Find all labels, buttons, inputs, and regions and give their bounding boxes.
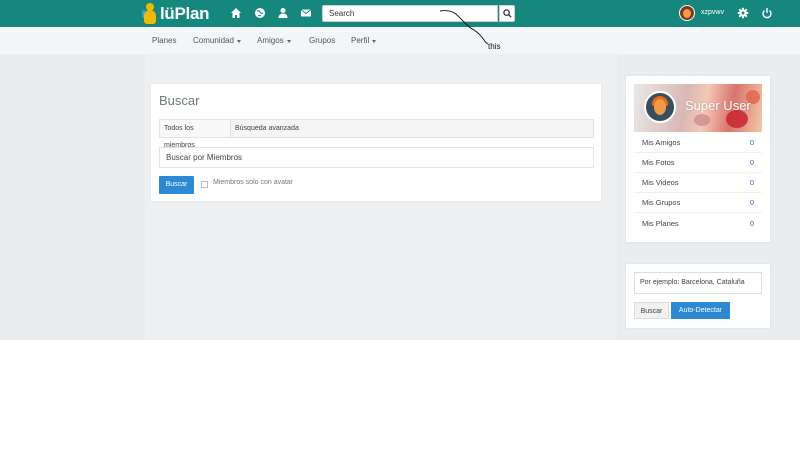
caret-down-icon <box>236 39 241 43</box>
nav-item-comunidad[interactable]: Comunidad <box>193 36 241 45</box>
location-search-button[interactable]: Buscar <box>634 302 669 319</box>
search-tabs: Todos los miembros Búsqueda avanzada <box>159 119 594 149</box>
profile-card: Super User Mis Amigos 0 Mis Fotos 0 Mis Vi… <box>626 76 770 242</box>
nav-item-amigos[interactable]: Amigos <box>257 36 291 45</box>
location-card: Por ejemplo: Barcelona, Cataluña Buscar … <box>626 264 770 328</box>
top-navbar: lüPlan xzpvwv <box>0 0 800 27</box>
nav-item-grupos[interactable]: Grupos <box>309 36 335 45</box>
profile-avatar[interactable] <box>644 91 676 123</box>
gear-icon[interactable] <box>737 7 749 19</box>
globe-icon[interactable] <box>254 7 266 19</box>
logo-text: lüPlan <box>160 3 210 23</box>
tab-advanced-search[interactable]: Búsqueda avanzada <box>231 120 303 137</box>
search-submit-button[interactable]: Buscar <box>159 176 194 194</box>
caret-down-icon <box>286 39 291 43</box>
location-input[interactable]: Por ejemplo: Barcelona, Cataluña <box>634 272 762 294</box>
stat-row-planes[interactable]: Mis Planes 0 <box>634 214 762 234</box>
cover-image: Super User <box>634 84 762 132</box>
mail-icon[interactable] <box>300 7 312 19</box>
user-name[interactable]: xzpvwv <box>701 9 724 16</box>
auto-detect-button[interactable]: Auto-Detectar <box>671 302 730 319</box>
caret-down-icon <box>372 39 377 43</box>
logo-mark-icon <box>142 3 157 24</box>
stat-row-fotos[interactable]: Mis Fotos 0 <box>634 153 762 173</box>
site-logo[interactable]: lüPlan <box>142 2 210 25</box>
search-input[interactable] <box>322 5 498 22</box>
stat-row-videos[interactable]: Mis Videos 0 <box>634 173 762 193</box>
home-icon[interactable] <box>230 7 242 19</box>
power-icon[interactable] <box>761 7 773 19</box>
nav-item-planes[interactable]: Planes <box>152 36 176 45</box>
nav-item-perfil[interactable]: Perfil <box>351 36 377 45</box>
member-search-field[interactable]: Buscar por Miembros <box>159 147 594 168</box>
tab-all-members[interactable]: Todos los miembros <box>160 120 231 149</box>
user-icon[interactable] <box>277 7 289 19</box>
page-title: Buscar <box>159 93 200 108</box>
user-avatar[interactable] <box>679 5 695 21</box>
avatar-only-checkbox[interactable] <box>201 181 208 188</box>
search-button[interactable] <box>499 5 515 22</box>
secondary-nav: Planes Comunidad Amigos Grupos Perfil <box>0 27 800 54</box>
annotation-label: this <box>488 42 501 51</box>
avatar-only-label: Miembros solo con avatar <box>213 179 294 186</box>
stat-row-amigos[interactable]: Mis Amigos 0 <box>634 133 762 153</box>
stat-row-grupos[interactable]: Mis Grupos 0 <box>634 193 762 213</box>
search-bar <box>322 5 515 22</box>
search-icon <box>502 9 512 18</box>
profile-name[interactable]: Super User <box>685 98 751 113</box>
